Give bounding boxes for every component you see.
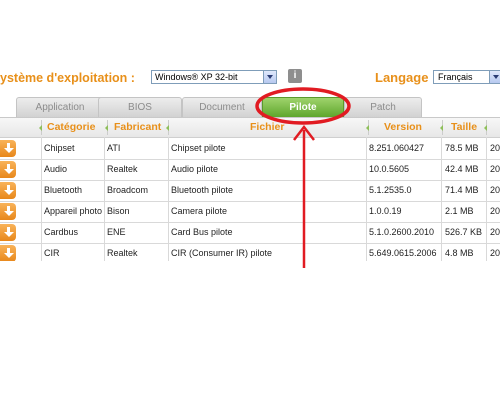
row-maker: ATI [107,143,121,153]
row-category: Chipset [44,143,75,153]
column-header-taille[interactable]: Taille [451,118,477,137]
row-version: 10.0.5605 [369,164,410,174]
row-date: 20 [490,164,500,174]
row-size: 71.4 MB [445,185,479,195]
column-separator[interactable] [366,120,369,135]
row-category: Appareil photo [44,206,103,216]
row-file[interactable]: CIR (Consumer IR) pilote [171,243,272,261]
row-size: 4.8 MB [445,248,474,258]
row-category: CIR [44,248,60,258]
row-date: 20 [490,206,500,216]
download-icon[interactable] [0,140,16,157]
row-file[interactable]: Card Bus pilote [171,222,233,243]
row-date: 20 [490,248,500,258]
table-row[interactable]: Appareil photo Bison Camera pilote 1.0.0… [0,201,500,223]
row-category: Audio [44,164,68,174]
column-separator[interactable] [484,120,487,135]
tab-patch[interactable]: Patch [344,97,422,117]
info-icon[interactable]: i [288,69,302,83]
column-separator[interactable] [166,120,169,135]
row-version: 5.1.0.2600.2010 [369,227,435,237]
row-file[interactable]: Chipset pilote [171,138,226,159]
column-header-fichier[interactable]: Fichier [250,118,284,137]
chevron-down-icon[interactable] [489,71,500,83]
table-row[interactable]: CIR Realtek CIR (Consumer IR) pilote 5.6… [0,243,500,261]
tab-bios[interactable]: BIOS [98,97,182,117]
row-file[interactable]: Bluetooth pilote [171,180,233,201]
os-select[interactable]: Windows® XP 32-bit [151,70,277,84]
tab-application[interactable]: Application [16,97,104,117]
row-maker: Broadcom [107,185,149,195]
driver-table-body: Chipset ATI Chipset pilote 8.251.060427 … [0,138,500,261]
download-icon[interactable] [0,245,16,261]
download-icon[interactable] [0,161,16,178]
row-size: 526.7 KB [445,227,483,237]
column-separator[interactable] [39,120,42,135]
row-file[interactable]: Camera pilote [171,201,227,222]
row-maker: Realtek [107,248,138,258]
row-version: 8.251.060427 [369,143,425,153]
table-header: Catégorie Fabricant Fichier Version Tail… [0,118,500,138]
language-select[interactable]: Français [433,70,500,84]
os-select-value: Windows® XP 32-bit [155,72,238,82]
os-label: ystème d'exploitation : [0,71,135,85]
row-size: 78.5 MB [445,143,479,153]
language-label: Langage : [375,70,437,85]
row-file[interactable]: Audio pilote [171,159,218,180]
table-row[interactable]: Audio Realtek Audio pilote 10.0.5605 42.… [0,159,500,181]
table-row[interactable]: Bluetooth Broadcom Bluetooth pilote 5.1.… [0,180,500,202]
row-date: 20 [490,227,500,237]
tab-pilote[interactable]: Pilote [262,97,344,117]
row-maker: ENE [107,227,126,237]
row-size: 42.4 MB [445,164,479,174]
row-date: 20 [490,185,500,195]
row-maker: Realtek [107,164,138,174]
download-icon[interactable] [0,182,16,199]
row-category: Bluetooth [44,185,83,195]
row-version: 5.649.0615.2006 [369,248,437,258]
column-header-fabricant[interactable]: Fabricant [114,118,161,137]
row-version: 1.0.0.19 [369,206,402,216]
column-header-categorie[interactable]: Catégorie [47,118,95,137]
column-separator[interactable] [105,120,108,135]
row-version: 5.1.2535.0 [369,185,412,195]
row-maker: Bison [107,206,130,216]
row-category: Cardbus [44,227,79,237]
column-header-version[interactable]: Version [384,118,422,137]
row-date: 20 [490,143,500,153]
download-icon[interactable] [0,224,16,241]
tab-document[interactable]: Document [182,97,262,117]
row-size: 2.1 MB [445,206,474,216]
chevron-down-icon[interactable] [263,71,276,83]
column-separator[interactable] [440,120,443,135]
language-select-value: Français [438,72,473,82]
table-row[interactable]: Cardbus ENE Card Bus pilote 5.1.0.2600.2… [0,222,500,244]
table-row[interactable]: Chipset ATI Chipset pilote 8.251.060427 … [0,138,500,160]
download-icon[interactable] [0,203,16,220]
